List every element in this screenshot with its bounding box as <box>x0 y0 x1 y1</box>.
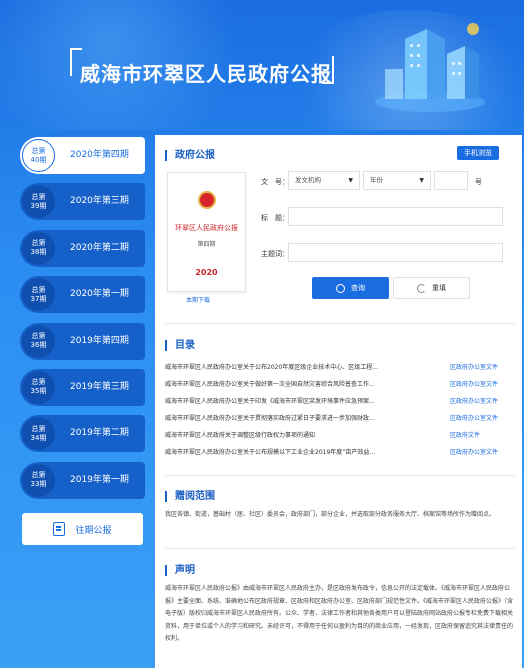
document-icon <box>53 522 66 536</box>
doc-number-label: 文 号： <box>261 178 289 186</box>
issue-sidebar: 总第 40期 2020年第四期 总第 39期 2020年第三期 总第 38期 2020… <box>20 137 145 508</box>
toc-item-source: 区政府办公室文件 <box>450 449 499 456</box>
cover-title: 环翠区人民政府公报 <box>175 224 238 232</box>
query-button-label: 查询 <box>351 284 365 292</box>
toc-item-source: 区政府办公室文件 <box>450 364 499 371</box>
archive-label: 往期公报 <box>75 525 112 536</box>
divider <box>165 475 515 476</box>
refresh-icon <box>417 283 426 293</box>
keyword-input[interactable] <box>288 243 503 262</box>
toc-item-source: 区政府办公室文件 <box>450 415 499 422</box>
gazette-cover[interactable]: 环翠区人民政府公报 第四期 2020 <box>167 172 246 292</box>
toc-item-title: 威海市环翠区人民政府办公室关于贯彻落实政府过紧日子要求进一步加强财政... <box>165 415 375 422</box>
query-button[interactable]: 查询 <box>312 277 389 299</box>
issue-label: 2019年第三期 <box>70 381 129 392</box>
toc-item[interactable]: 威海市环翠区人民政府办公室关于贯彻落实政府过紧日子要求进一步加强财政... 区政… <box>165 414 513 424</box>
sidebar-item-2020-q4[interactable]: 总第 40期 2020年第四期 <box>20 137 145 174</box>
year-select[interactable]: 年份 ▼ <box>363 171 431 190</box>
issue-badge: 总第 34期 <box>22 417 55 451</box>
section-title-statement: 声明 <box>165 565 195 576</box>
divider <box>165 323 515 324</box>
toc-item-title: 威海市环翠区人民政府办公室关于做好第一次全国自然灾害综合风险普查工作... <box>165 381 375 388</box>
section-title-distribution: 赠阅范围 <box>165 491 215 502</box>
toc-item[interactable]: 威海市环翠区人民政府办公室关于公布规模以下工业企业2019年度“亩产效益... … <box>165 448 513 458</box>
issue-badge: 总第 38期 <box>22 231 55 265</box>
sidebar-item-2019-q1[interactable]: 总第 33期 2019年第一期 <box>20 461 145 499</box>
issue-badge: 总第 40期 <box>22 139 55 172</box>
cover-issue: 第四期 <box>197 241 216 248</box>
toc-item[interactable]: 威海市环翠区人民政府办公室关于做好第一次全国自然灾害综合风险普查工作... 区政… <box>165 380 513 390</box>
download-link[interactable]: 本期下载 <box>186 295 210 304</box>
issue-label: 2019年第四期 <box>70 335 129 346</box>
toc-item[interactable]: 威海市环翠区人民政府办公室关于印发《威海市环翠区突发环境事件应急预案... 区政… <box>165 397 513 407</box>
issue-badge: 总第 35期 <box>22 370 55 404</box>
mobile-view-button[interactable]: 手机浏览 <box>457 146 499 160</box>
statement-text: 威海市环翠区人民政府公报》由威海市环翠区人民政府主办，是区政府发布政令，信息公开… <box>165 585 514 642</box>
issue-label: 2019年第一期 <box>70 474 129 485</box>
building-illustration-icon <box>375 23 485 112</box>
cover-year: 2020 <box>195 268 218 277</box>
issue-label: 2020年第一期 <box>70 289 129 300</box>
section-title-gazette: 政府公报 <box>165 150 215 161</box>
sidebar-item-2019-q2[interactable]: 总第 34期 2019年第二期 <box>20 415 145 453</box>
sidebar-item-2020-q2[interactable]: 总第 38期 2020年第二期 <box>20 229 145 267</box>
sidebar-item-2020-q3[interactable]: 总第 39期 2020年第三期 <box>20 183 145 221</box>
archive-button[interactable]: 往期公报 <box>22 513 143 545</box>
section-title-toc: 目录 <box>165 340 195 351</box>
doc-number-input[interactable] <box>434 171 468 190</box>
issue-label: 2020年第二期 <box>70 242 129 253</box>
issue-label: 2019年第二期 <box>70 428 129 439</box>
divider <box>165 548 515 549</box>
issue-badge: 总第 33期 <box>22 463 55 497</box>
issuer-select-value: 发文机构 <box>295 176 321 184</box>
doc-number-suffix: 号 <box>475 178 482 186</box>
title-label: 标 题： <box>261 214 289 222</box>
title-bracket-right <box>322 56 334 84</box>
distribution-text: 我区各镇、街道，基础村（居、社区）委员会，政府部门，部分企业，并选取部分政务服务… <box>165 511 496 518</box>
toc-item[interactable]: 威海市环翠区人民政府关于调整区级行政权力事项的通知 区政府文件 <box>165 431 513 441</box>
reset-button-label: 重填 <box>432 284 446 292</box>
toc-item-source: 区政府文件 <box>450 432 481 439</box>
page-title: 威海市环翠区人民政府公报 <box>80 62 332 86</box>
issue-label: 2020年第四期 <box>70 150 129 160</box>
issue-badge: 总第 36期 <box>22 324 55 358</box>
title-input[interactable] <box>288 207 503 226</box>
keyword-label: 主题词： <box>261 250 289 258</box>
toc-item[interactable]: 威海市环翠区人民政府办公室关于公布2020年度区级企业技术中心、区级工程... … <box>165 363 513 373</box>
issue-label: 2020年第三期 <box>70 196 129 207</box>
sidebar-item-2019-q3[interactable]: 总第 35期 2019年第三期 <box>20 368 145 406</box>
toc-item-source: 区政府办公室文件 <box>450 398 499 405</box>
main-panel: 政府公报 手机浏览 环翠区人民政府公报 第四期 2020 本期下载 文 号： 发… <box>155 135 522 668</box>
chevron-down-icon: ▼ <box>419 177 424 184</box>
chevron-down-icon: ▼ <box>348 177 353 184</box>
sidebar-item-2019-q4[interactable]: 总第 36期 2019年第四期 <box>20 322 145 360</box>
issue-badge: 总第 39期 <box>22 185 55 219</box>
toc-item-source: 区政府办公室文件 <box>450 381 499 388</box>
sidebar-item-2020-q1[interactable]: 总第 37期 2020年第一期 <box>20 276 145 314</box>
toc-item-title: 威海市环翠区人民政府办公室关于印发《威海市环翠区突发环境事件应急预案... <box>165 398 375 405</box>
toc-item-title: 威海市环翠区人民政府关于调整区级行政权力事项的通知 <box>165 432 316 439</box>
banner: 威海市环翠区人民政府公报 <box>0 0 524 130</box>
national-emblem-icon <box>198 191 216 209</box>
search-icon <box>336 283 345 293</box>
year-select-value: 年份 <box>370 176 383 184</box>
issue-badge: 总第 37期 <box>22 278 55 312</box>
reset-button[interactable]: 重填 <box>393 277 470 299</box>
toc-item-title: 威海市环翠区人民政府办公室关于公布2020年度区级企业技术中心、区级工程... <box>165 364 378 371</box>
toc-item-title: 威海市环翠区人民政府办公室关于公布规模以下工业企业2019年度“亩产效益... <box>165 449 376 456</box>
issuer-select[interactable]: 发文机构 ▼ <box>288 171 360 190</box>
